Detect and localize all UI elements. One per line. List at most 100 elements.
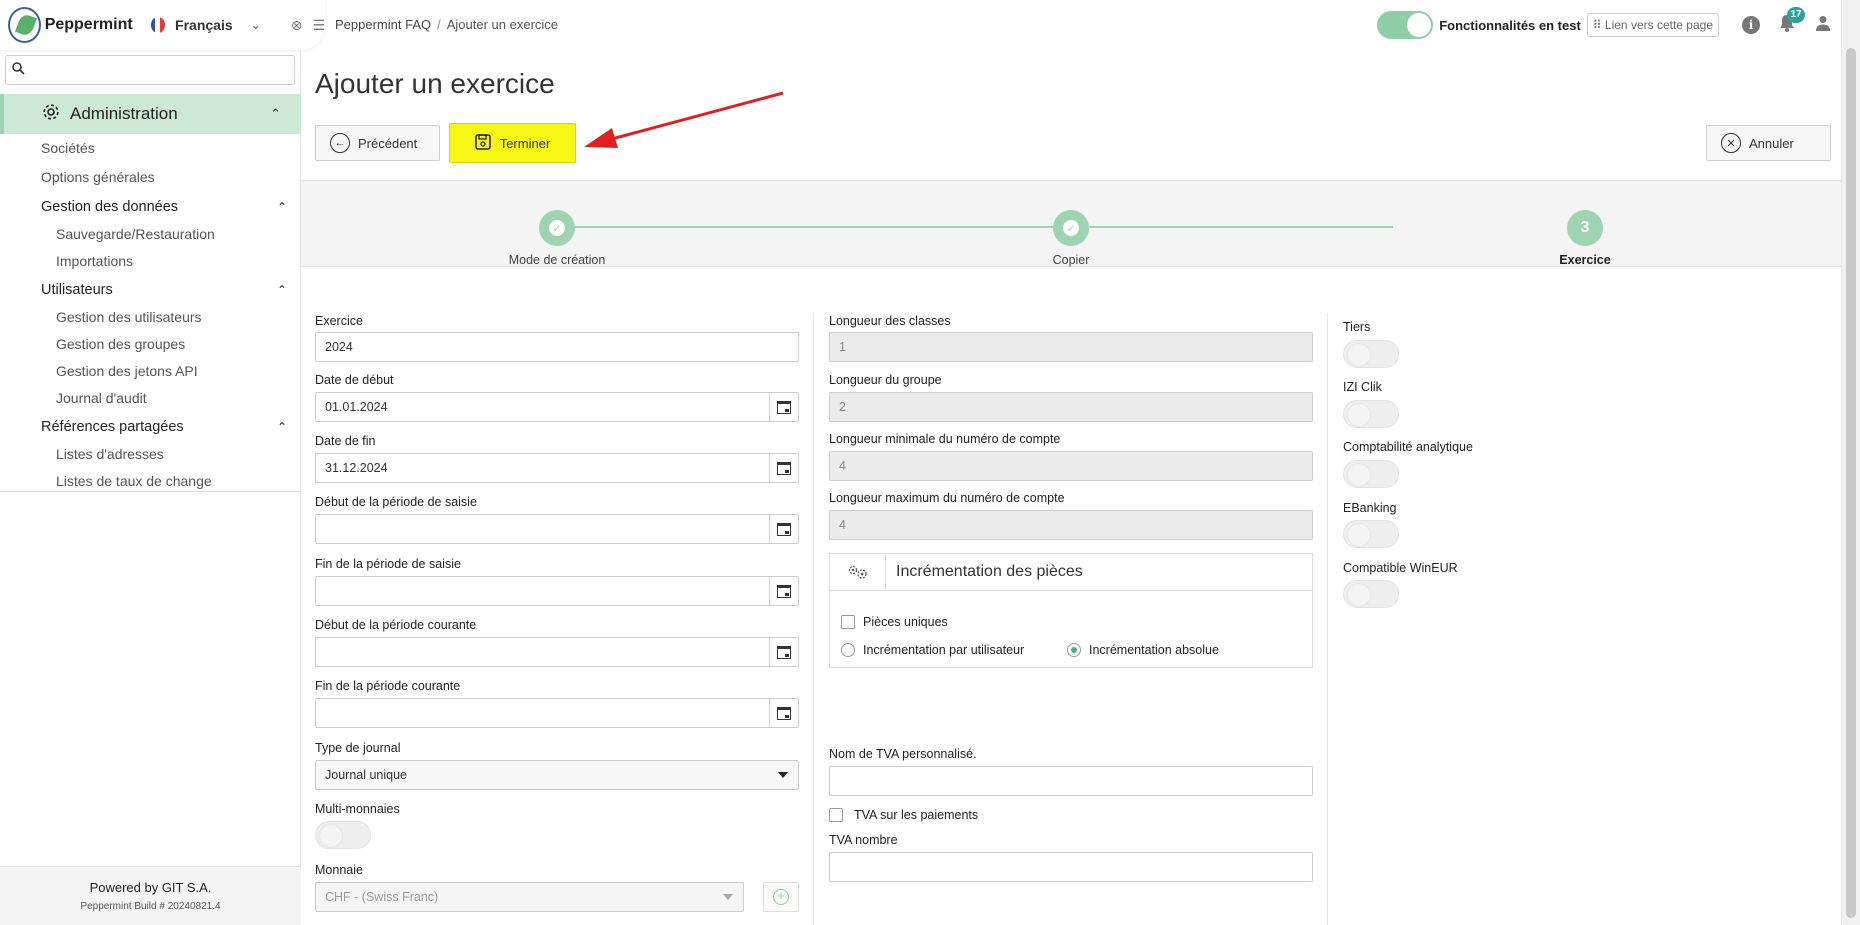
step-2-done[interactable]: ✓	[1053, 210, 1089, 246]
sidebar-group[interactable]: Gestion des données ⌃	[0, 192, 301, 221]
topbar: Peppermint FAQ / Ajouter un exercice Fonct…	[301, 0, 1841, 50]
ebanking-label: EBanking	[1343, 501, 1397, 515]
sidebar-item[interactable]: Journal d'audit	[0, 385, 301, 412]
finish-button[interactable]: Terminer	[449, 123, 576, 163]
user-menu-button[interactable]	[1813, 15, 1833, 35]
sidebar-item[interactable]: Gestion des groupes	[0, 331, 301, 358]
tva-nombre-input[interactable]	[829, 852, 1313, 882]
chevron-up-icon[interactable]: ⌃	[277, 200, 287, 214]
long-max-value: 4	[839, 518, 846, 532]
exercice-input[interactable]: 2024	[315, 332, 799, 362]
column-divider	[1327, 313, 1328, 925]
debut-courante-input[interactable]	[315, 637, 799, 667]
info-button[interactable]: i	[1741, 15, 1761, 35]
page-scrollbar[interactable]	[1841, 0, 1860, 925]
tva-nombre-label: TVA nombre	[829, 833, 898, 847]
pieces-uniques-label: Pièces uniques	[863, 615, 948, 629]
chevron-up-icon[interactable]: ⌃	[277, 420, 287, 434]
izi-toggle[interactable]	[1343, 400, 1399, 428]
date-fin-input[interactable]: 31.12.2024	[315, 453, 799, 483]
brand-bar: Peppermint Français ⌄ ⊗ ☰	[0, 0, 325, 50]
sidebar-item[interactable]: Gestion des jetons API	[0, 358, 301, 385]
previous-button[interactable]: ← Précédent	[315, 125, 440, 161]
breadcrumb: Peppermint FAQ / Ajouter un exercice	[335, 17, 558, 32]
wineur-label: Compatible WinEUR	[1343, 561, 1458, 575]
calendar-icon[interactable]	[769, 454, 798, 482]
page-link-button[interactable]: ⠿ Lien vers cette page	[1586, 13, 1719, 37]
ebanking-toggle[interactable]	[1343, 520, 1399, 548]
sidebar-item[interactable]: Listes d'adresses	[0, 441, 301, 468]
language-selector[interactable]: Français	[175, 17, 233, 33]
close-circle-icon[interactable]: ⊗	[291, 17, 303, 34]
increment-panel: Incrémentation des pièces Pièces uniques…	[829, 553, 1313, 668]
multi-monnaies-toggle[interactable]	[315, 821, 371, 849]
inc-abs-radio[interactable]	[1067, 643, 1081, 657]
sidebar-search[interactable]	[5, 55, 295, 85]
long-groupe-input: 2	[829, 392, 1313, 422]
debut-courante-label: Début de la période courante	[315, 618, 477, 632]
chevron-up-icon[interactable]: ⌃	[270, 106, 281, 122]
nom-tva-label: Nom de TVA personnalisé.	[829, 747, 977, 761]
debut-saisie-input[interactable]	[315, 514, 799, 544]
add-currency-button[interactable]: +	[763, 882, 799, 912]
chevron-up-icon[interactable]: ⌃	[277, 283, 287, 297]
user-icon	[1815, 15, 1831, 36]
increment-panel-title: Incrémentation des pièces	[896, 563, 1083, 580]
increment-panel-header: Incrémentation des pièces	[830, 553, 1312, 591]
nom-tva-input[interactable]	[829, 766, 1313, 796]
build-number: Peppermint Build # 20240821.4	[80, 901, 221, 912]
inc-user-label: Incrémentation par utilisateur	[863, 643, 1025, 657]
sidebar-group-label: Références partagées	[41, 418, 184, 435]
calendar-icon[interactable]	[769, 577, 798, 605]
check-icon: ✓	[549, 220, 565, 236]
date-debut-input[interactable]: 01.01.2024	[315, 392, 799, 422]
features-test-toggle[interactable]	[1377, 11, 1434, 39]
sidebar-nav: Sociétés Options générales Gestion des don…	[0, 134, 301, 495]
long-groupe-label: Longueur du groupe	[829, 373, 942, 387]
fin-saisie-input[interactable]	[315, 576, 799, 606]
inc-abs-label: Incrémentation absolue	[1089, 643, 1219, 657]
wineur-toggle[interactable]	[1343, 580, 1399, 608]
sidebar-item[interactable]: Sauvegarde/Restauration	[0, 221, 301, 248]
inc-user-radio[interactable]	[841, 643, 855, 657]
type-journal-select[interactable]: Journal unique	[315, 760, 799, 790]
step-3-active[interactable]: 3	[1567, 210, 1603, 246]
step-1-done[interactable]: ✓	[539, 210, 575, 246]
peppermint-logo[interactable]	[8, 7, 41, 43]
finish-button-label: Terminer	[499, 135, 551, 151]
calendar-icon[interactable]	[769, 393, 798, 421]
search-input[interactable]	[31, 57, 294, 83]
sidebar-item[interactable]: Gestion des utilisateurs	[0, 304, 301, 331]
fin-courante-input[interactable]	[315, 698, 799, 728]
sidebar-item[interactable]: Sociétés	[0, 134, 301, 163]
notifications-button[interactable]: 17	[1777, 7, 1805, 35]
menu-icon[interactable]: ☰	[312, 17, 325, 34]
caret-down-icon	[723, 894, 733, 900]
breadcrumb-root[interactable]: Peppermint FAQ	[335, 17, 431, 32]
sidebar-item[interactable]: Options générales	[0, 163, 301, 192]
sidebar-section-administration[interactable]: Administration ⌃	[0, 94, 301, 134]
calendar-icon[interactable]	[769, 699, 798, 727]
long-min-value: 4	[839, 459, 846, 473]
cancel-button-label: Annuler	[1749, 135, 1794, 151]
sidebar-group[interactable]: Références partagées ⌃	[0, 412, 301, 441]
exercice-value: 2024	[325, 340, 353, 354]
long-classes-label: Longueur des classes	[829, 314, 951, 328]
chevron-down-icon[interactable]: ⌄	[251, 18, 261, 32]
monnaie-select[interactable]: CHF - (Swiss Franc)	[315, 882, 744, 912]
powered-by: Powered by GIT S.A.	[89, 880, 212, 895]
monnaie-value: CHF - (Swiss Franc)	[325, 890, 439, 904]
sidebar-item[interactable]: Importations	[0, 248, 301, 275]
cancel-button[interactable]: ✕ Annuler	[1706, 125, 1831, 161]
brand-name: Peppermint	[44, 16, 133, 33]
calendar-icon[interactable]	[769, 638, 798, 666]
calendar-icon[interactable]	[769, 515, 798, 543]
sidebar-group[interactable]: Utilisateurs ⌃	[0, 275, 301, 304]
pieces-uniques-checkbox[interactable]	[841, 615, 855, 629]
tiers-toggle[interactable]	[1343, 340, 1399, 368]
analytique-toggle[interactable]	[1343, 460, 1399, 488]
tva-paiements-checkbox[interactable]	[829, 808, 843, 822]
scrollbar-thumb[interactable]	[1846, 48, 1856, 918]
fin-courante-label: Fin de la période courante	[315, 679, 461, 693]
multi-monnaies-label: Multi-monnaies	[315, 802, 400, 816]
